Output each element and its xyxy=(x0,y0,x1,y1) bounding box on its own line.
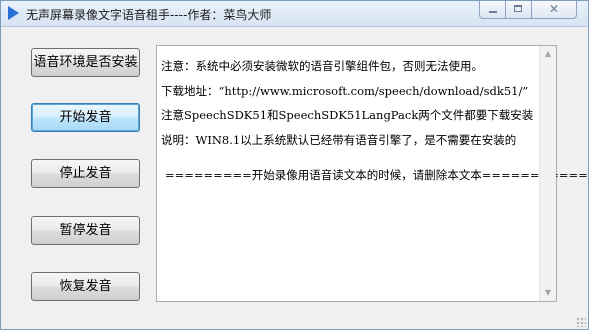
resume-speech-button[interactable]: 恢复发音 xyxy=(31,272,140,301)
scroll-up-icon[interactable]: ▲ xyxy=(540,46,556,62)
vertical-scrollbar[interactable]: ▲ ▼ xyxy=(539,46,556,301)
main-window: 无声屏幕录像文字语音租手----作者：菜鸟大师 ✕ 语音环境是否安装 开始发音 … xyxy=(0,0,589,330)
speech-text-input[interactable]: 注意：系统中必须安装微软的语音引擎组件包，否则无法使用。 下载地址：“http:… xyxy=(156,45,589,302)
close-icon: ✕ xyxy=(548,2,560,16)
app-icon xyxy=(8,6,19,20)
maximize-button[interactable] xyxy=(506,1,532,19)
text-line: =========开始录像用语音读文本的时候，请删除本文本===========… xyxy=(165,168,589,182)
pause-speech-button[interactable]: 暂停发音 xyxy=(31,216,140,245)
check-voice-env-button[interactable]: 语音环境是否安装 xyxy=(31,48,140,77)
stop-speech-button[interactable]: 停止发音 xyxy=(31,159,140,188)
maximize-icon xyxy=(514,5,522,12)
text-line: 注意：系统中必须安装微软的语音引擎组件包，否则无法使用。 xyxy=(161,59,483,73)
minimize-icon xyxy=(489,11,497,13)
title-bar[interactable]: 无声屏幕录像文字语音租手----作者：菜鸟大师 ✕ xyxy=(1,1,588,27)
start-speech-button[interactable]: 开始发音 xyxy=(31,103,140,132)
text-line: 注意SpeechSDK51和SpeechSDK51LangPack两个文件都要下… xyxy=(161,108,534,122)
scroll-down-icon[interactable]: ▼ xyxy=(540,285,556,301)
window-title: 无声屏幕录像文字语音租手----作者：菜鸟大师 xyxy=(26,8,272,22)
resize-grip-icon[interactable] xyxy=(576,317,586,327)
close-button[interactable]: ✕ xyxy=(532,1,577,19)
text-line: 说明：WIN8.1以上系统默认已经带有语音引擎了，是不需要在安装的 xyxy=(161,133,517,147)
minimize-button[interactable] xyxy=(479,1,506,19)
text-line: 下载地址：“http://www.microsoft.com/speech/do… xyxy=(161,84,529,98)
